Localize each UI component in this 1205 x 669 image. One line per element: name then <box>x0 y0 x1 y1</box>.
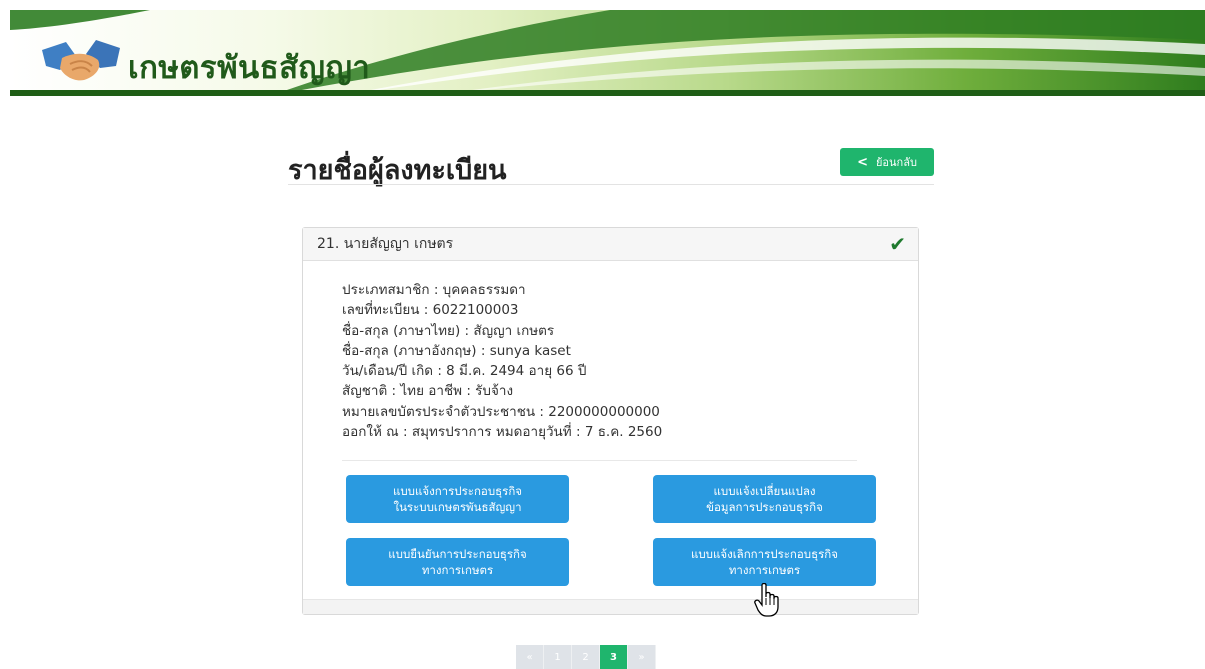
confirm-business-button[interactable]: แบบยืนยันการประกอบธุรกิจ ทางการเกษตร <box>346 538 569 586</box>
check-icon: ✔ <box>889 232 906 256</box>
back-button[interactable]: < ย้อนกลับ <box>840 148 934 176</box>
hand-pointer-icon <box>754 583 779 617</box>
detail-name-thai: ชื่อ-สกุล (ภาษาไทย) : สัญญา เกษตร <box>342 322 555 339</box>
cancel-business-button[interactable]: แบบแจ้งเลิกการประกอบธุรกิจ ทางการเกษตร <box>653 538 876 586</box>
detail-issued-at: ออกให้ ณ : สมุทรปราการ หมดอายุวันที่ : 7… <box>342 424 663 441</box>
pagination: « 1 2 3 » <box>516 645 656 669</box>
registrant-card: 21. นายสัญญา เกษตร ✔ ประเภทสมาชิก : บุคค… <box>302 227 919 615</box>
cancel-business-line1: แบบแจ้งเลิกการประกอบธุรกิจ <box>690 547 839 561</box>
change-business-info-line1: แบบแจ้งเปลี่ยนแปลง <box>713 484 816 498</box>
confirm-business-line1: แบบยืนยันการประกอบธุรกิจ <box>388 547 527 561</box>
title-divider <box>288 184 934 185</box>
card-footer <box>303 599 918 614</box>
details-divider <box>342 460 857 461</box>
confirm-business-line2: ทางการเกษตร <box>421 563 494 577</box>
pagination-page-2[interactable]: 2 <box>572 645 600 669</box>
pagination-next[interactable]: » <box>628 645 656 669</box>
detail-nationality: สัญชาติ : ไทย อาชีพ : รับจ้าง <box>342 383 514 400</box>
detail-name-english: ชื่อ-สกุล (ภาษาอังกฤษ) : sunya kaset <box>342 342 571 359</box>
card-header[interactable]: 21. นายสัญญา เกษตร ✔ <box>303 228 918 261</box>
chevron-left-icon: < <box>857 154 868 170</box>
detail-member-type: ประเภทสมาชิก : บุคคลธรรมดา <box>342 282 526 298</box>
registrant-details: ประเภทสมาชิก : บุคคลธรรมดา เลขที่ทะเบียน… <box>342 280 662 442</box>
change-business-info-button[interactable]: แบบแจ้งเปลี่ยนแปลง ข้อมูลการประกอบธุรกิจ <box>653 475 876 523</box>
cancel-business-line2: ทางการเกษตร <box>728 563 801 577</box>
handshake-logo <box>42 40 120 81</box>
detail-birth-date: วัน/เดือน/ปี เกิด : 8 มี.ค. 2494 อายุ 66… <box>342 363 587 380</box>
detail-id-card: หมายเลขบัตรประจำตัวประชาชน : 22000000000… <box>342 403 660 420</box>
registrant-name: 21. นายสัญญา เกษตร <box>317 236 454 252</box>
back-button-label: ย้อนกลับ <box>875 156 917 169</box>
change-business-info-line2: ข้อมูลการประกอบธุรกิจ <box>706 500 823 514</box>
notify-business-line1: แบบแจ้งการประกอบธุรกิจ <box>392 484 523 498</box>
pagination-prev[interactable]: « <box>516 645 544 669</box>
pagination-page-1[interactable]: 1 <box>544 645 572 669</box>
app-title: เกษตรพันธสัญญา <box>128 50 371 86</box>
pagination-page-3[interactable]: 3 <box>600 645 628 669</box>
notify-business-button[interactable]: แบบแจ้งการประกอบธุรกิจ ในระบบเกษตรพันธสั… <box>346 475 569 523</box>
detail-registration-no: เลขที่ทะเบียน : 6022100003 <box>342 302 519 319</box>
notify-business-line2: ในระบบเกษตรพันธสัญญา <box>393 500 522 514</box>
